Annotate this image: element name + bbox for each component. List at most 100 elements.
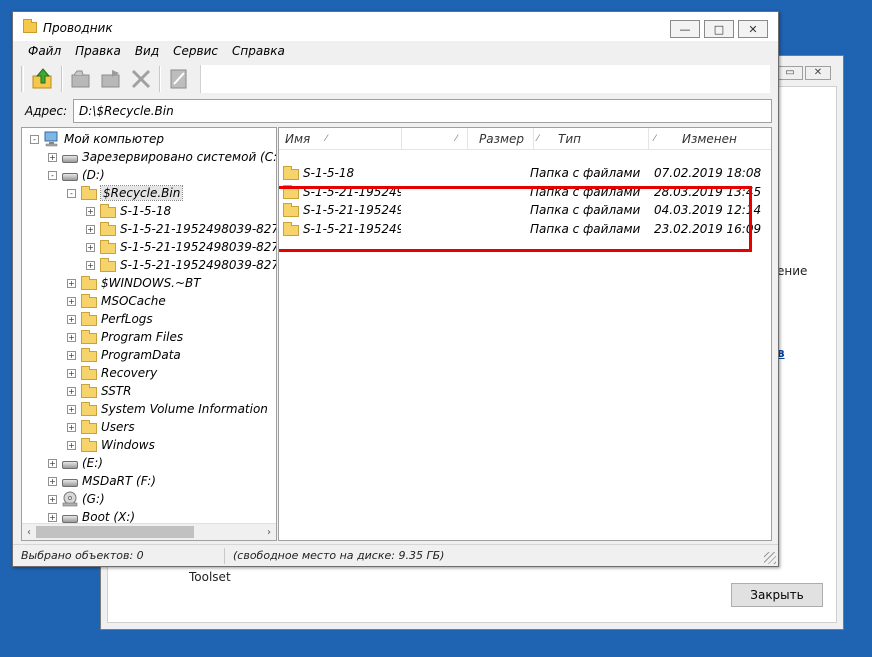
computer-icon [44,131,58,147]
window-title: Проводник [43,21,113,35]
maximize-button[interactable]: □ [704,20,734,38]
dialog-close-button[interactable]: Закрыть [731,583,823,607]
menu-file[interactable]: Файл [28,44,61,58]
expand-icon[interactable]: + [48,476,57,486]
tree-item-label: Boot (X:) [82,510,136,524]
tree-item-recycle-bin[interactable]: - $Recycle.Bin [67,184,184,202]
expand-icon[interactable]: + [67,368,76,378]
toolbar-separator [159,66,161,92]
tree-item-drive-d[interactable]: - (D:) [48,166,105,184]
tree-item-sid-folder[interactable]: + S-1-5-21-1952498039-827197 [86,220,276,238]
tree-item-windows[interactable]: + Windows [67,436,155,454]
collapse-icon[interactable]: - [48,170,57,180]
status-bar: Выбрано объектов: 0 (свободное место на … [13,544,778,566]
folder-icon [81,329,97,344]
copy-to-button[interactable] [66,65,96,93]
expand-icon[interactable]: + [67,350,76,360]
file-list[interactable]: Имя ⁄ ⁄ Размер ⁄ Тип ⁄ Изменен S-1-5-18 [278,127,772,541]
folder-icon [81,419,97,434]
toolbar-grip[interactable] [21,66,24,92]
expand-icon[interactable]: + [67,332,76,342]
column-header-modified[interactable]: ⁄ Изменен [649,128,771,150]
tree-item-sstr[interactable]: + SSTR [67,382,131,400]
folder-icon [81,293,97,308]
menu-edit[interactable]: Правка [75,44,121,58]
expand-icon[interactable]: + [67,278,76,288]
tree-item-drive-g[interactable]: + (G:) [48,490,105,508]
delete-x-icon [131,69,151,89]
column-label: Размер [479,132,525,146]
expand-icon[interactable]: + [86,224,95,234]
minimize-button[interactable]: — [670,20,700,38]
menu-view[interactable]: Вид [135,44,159,58]
tree-item-sid-folder[interactable]: + S-1-5-21-1952498039-827197 [86,238,276,256]
expand-icon[interactable]: + [86,260,95,270]
expand-icon[interactable]: + [48,512,57,522]
column-header-type[interactable]: ⁄ Тип [534,128,649,150]
tree-horizontal-scrollbar[interactable]: ‹ › [22,523,276,540]
toolset-label: Toolset [189,570,231,584]
expand-icon[interactable]: + [67,314,76,324]
collapse-icon[interactable]: - [30,134,39,144]
tree-item-label: Recovery [101,366,158,380]
close-icon[interactable]: ✕ [805,66,831,80]
column-header-size[interactable]: Размер [468,128,534,150]
tree-item-system-volume-information[interactable]: + System Volume Information [67,400,268,418]
list-item-size [468,164,528,182]
tree-item-drive-e[interactable]: + (E:) [48,454,103,472]
expand-icon[interactable]: + [86,206,95,216]
expand-icon[interactable]: + [48,458,57,468]
tree-item-drive-f[interactable]: + MSDaRT (F:) [48,472,156,490]
scroll-left-icon[interactable]: ‹ [22,524,36,540]
name-text: S-1-5-18 [303,166,355,180]
restore-icon[interactable]: ▭ [777,66,803,80]
column-label: Тип [558,132,581,146]
menu-help[interactable]: Справка [232,44,285,58]
folder-icon [81,365,97,380]
tree-item-sid-folder[interactable]: + S-1-5-18 [86,202,171,220]
tree-item-label: SSTR [101,384,132,398]
tree-item-windows-bt[interactable]: + $WINDOWS.~BT [67,274,201,292]
expand-icon[interactable]: + [67,404,76,414]
move-to-button[interactable] [96,65,126,93]
tree-item-label: System Volume Information [101,402,268,416]
properties-button[interactable] [164,65,194,93]
title-bar[interactable]: Проводник — □ ✕ [13,12,778,41]
expand-icon[interactable]: + [48,152,57,162]
scroll-right-icon[interactable]: › [262,524,276,540]
column-header-name[interactable]: Имя ⁄ [279,128,402,150]
toolbar-separator [61,66,63,92]
collapse-icon[interactable]: - [67,188,76,198]
scroll-thumb[interactable] [36,526,194,538]
cd-drive-icon [62,491,78,507]
folder-icon [100,221,116,236]
expand-icon[interactable]: + [48,494,57,504]
drive-icon [62,155,78,163]
address-input[interactable]: D:\$Recycle.Bin [73,99,772,123]
tree-item-program-files[interactable]: + Program Files [67,328,183,346]
tree-item-perflogs[interactable]: + PerfLogs [67,310,153,328]
tree-item-users[interactable]: + Users [67,418,135,436]
expand-icon[interactable]: + [67,422,76,432]
expand-icon[interactable]: + [67,296,76,306]
tree-item-label: S-1-5-21-1952498039-827197 [120,222,276,236]
menu-tools[interactable]: Сервис [173,44,218,58]
expand-icon[interactable]: + [67,440,76,450]
expand-icon[interactable]: + [86,242,95,252]
list-item[interactable]: S-1-5-18 Папка с файлами 07.02.2019 18:0… [279,164,771,182]
tree-item-msocache[interactable]: + MSOCache [67,292,166,310]
folder-tree[interactable]: - Мой компьютер + Зарезервировано систем… [21,127,277,541]
delete-button[interactable] [126,65,156,93]
tree-item-my-computer[interactable]: - Мой компьютер [30,130,164,148]
close-button[interactable]: ✕ [738,20,768,38]
resize-grip-icon[interactable] [764,552,776,564]
tree-item-sid-folder[interactable]: + S-1-5-21-1952498039-827197 [86,256,276,274]
column-header-blank[interactable]: ⁄ [402,128,468,150]
tree-item-programdata[interactable]: + ProgramData [67,346,181,364]
expand-icon[interactable]: + [67,386,76,396]
tree-item-recovery[interactable]: + Recovery [67,364,157,382]
menu-bar: Файл Правка Вид Сервис Справка [13,41,778,61]
up-folder-button[interactable] [28,65,58,93]
tree-item-drive-c[interactable]: + Зарезервировано системой (C:) [48,148,276,166]
explorer-folder-icon [23,19,37,33]
